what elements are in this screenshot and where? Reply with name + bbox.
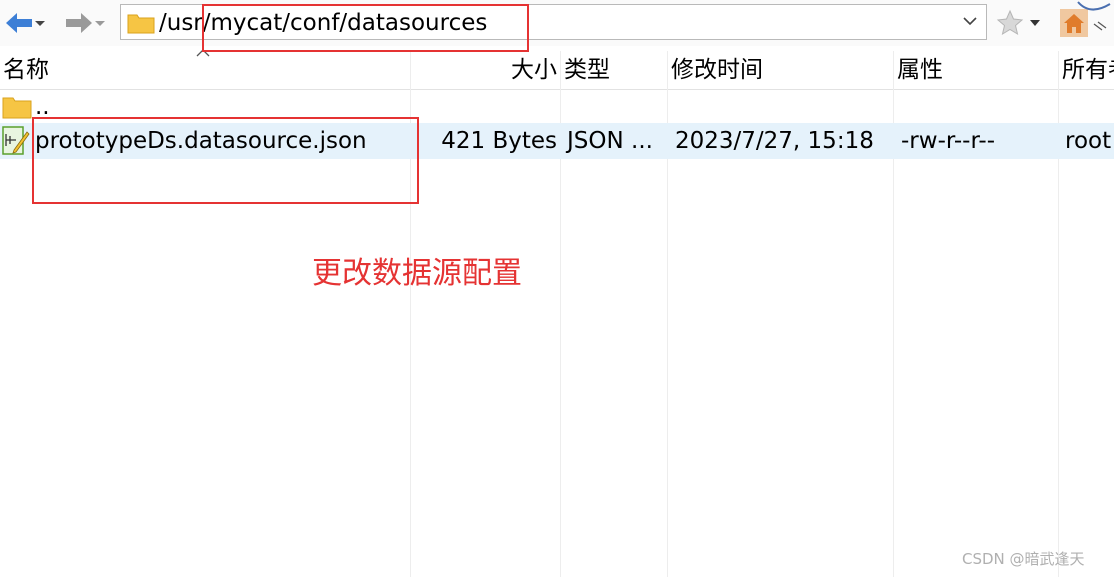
folder-icon [2, 97, 32, 119]
highlight-box-file [32, 117, 419, 204]
highlight-box-address [202, 4, 529, 52]
chevron-down-icon[interactable] [962, 14, 978, 28]
file-owner: root [1065, 128, 1112, 154]
chevron-down-icon [35, 21, 45, 26]
column-header: 名称 大小 类型 修改时间 属性 所有者 [0, 51, 1114, 90]
file-attributes: -rw-r--r-- [901, 128, 996, 154]
text-file-edit-icon [2, 126, 30, 155]
column-type[interactable]: 类型 [561, 51, 667, 89]
file-size: 421 Bytes [441, 128, 557, 154]
bookmark-button[interactable] [996, 9, 1042, 41]
folder-icon [127, 14, 155, 34]
file-type: JSON ... [567, 128, 653, 154]
column-modified[interactable]: 修改时间 [668, 51, 893, 89]
back-button[interactable] [4, 8, 46, 38]
star-icon [996, 9, 1040, 36]
forward-button[interactable] [64, 8, 106, 38]
watermark: CSDN @暗武逢天 [962, 550, 1085, 568]
file-modified: 2023/7/27, 15:18 [675, 128, 874, 154]
forward-arrow-icon [66, 13, 92, 33]
back-arrow-icon [6, 13, 32, 33]
column-attributes[interactable]: 属性 [894, 51, 1058, 89]
column-owner[interactable]: 所有者 [1059, 51, 1114, 89]
chevron-down-icon [95, 21, 105, 26]
toolbar: /usr/mycat/conf/datasources [0, 0, 1114, 46]
decoration-graphic [1077, 1, 1111, 31]
column-size[interactable]: 大小 [410, 51, 560, 89]
annotation-note: 更改数据源配置 [312, 256, 522, 291]
